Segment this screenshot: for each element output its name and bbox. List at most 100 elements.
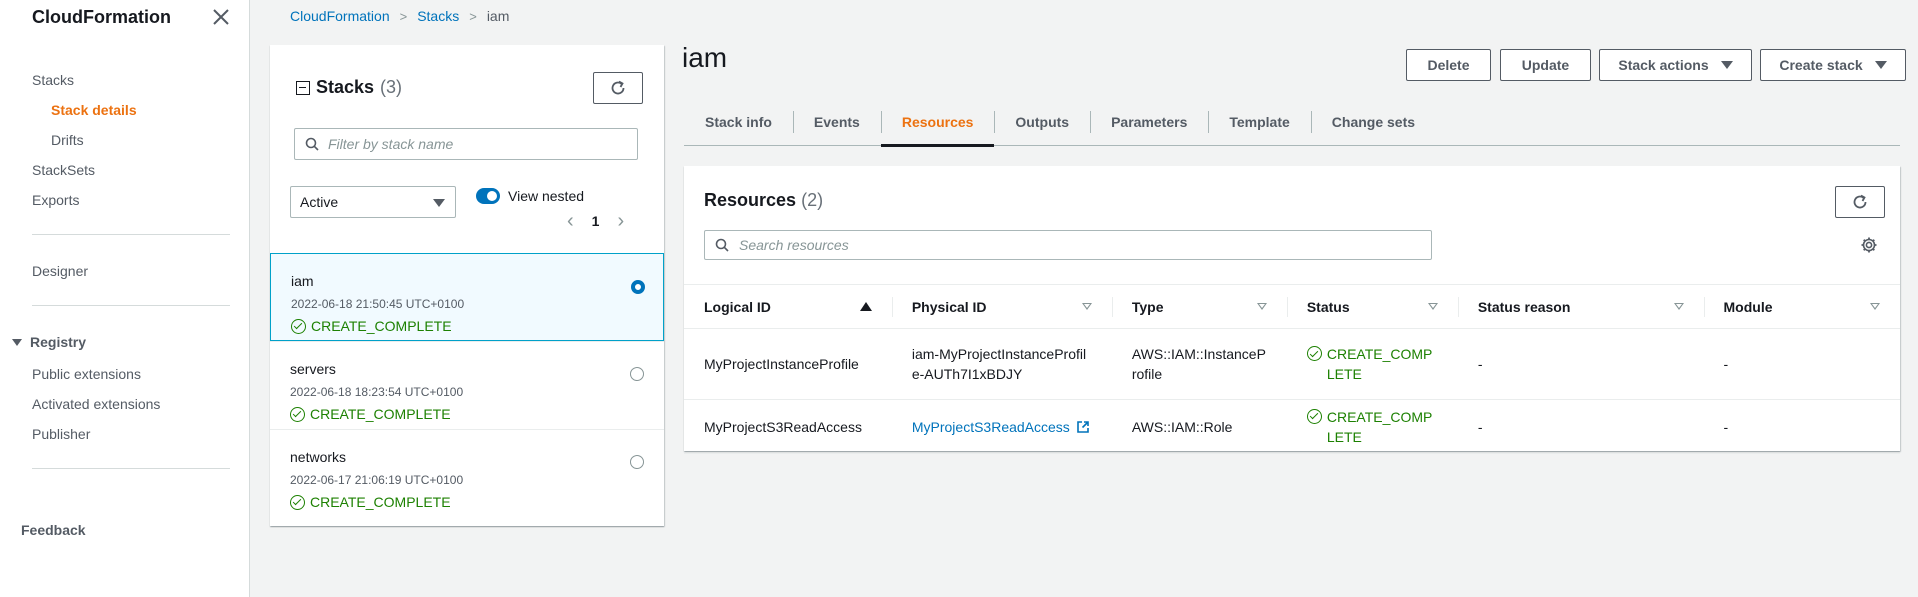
stacks-pagination: ‹ 1 ›: [567, 211, 624, 231]
cell-logical-id: MyProjectInstanceProfile: [684, 328, 892, 400]
column-header-logical-id[interactable]: Logical ID: [684, 284, 892, 329]
stacks-panel: Stacks (3) Filter by stack name Active V…: [270, 45, 664, 526]
cell-status-reason: -: [1457, 328, 1704, 400]
stack-actions-button[interactable]: Stack actions: [1599, 49, 1752, 81]
caret-down-icon: [1720, 61, 1733, 69]
column-header-status-reason[interactable]: Status reason: [1457, 284, 1704, 329]
resources-search-placeholder: Search resources: [739, 237, 849, 253]
delete-button[interactable]: Delete: [1406, 49, 1491, 81]
tab-parameters[interactable]: Parameters: [1090, 98, 1208, 146]
cell-physical-id: MyProjectS3ReadAccess: [891, 399, 1112, 454]
chevron-left-icon[interactable]: ‹: [567, 211, 574, 231]
stack-list-item[interactable]: iam 2022-06-18 21:50:45 UTC+0100 CREATE_…: [270, 253, 664, 341]
stack-status-text: CREATE_COMPLETE: [311, 318, 452, 334]
refresh-resources-button[interactable]: [1835, 186, 1885, 218]
nav-section-label: Registry: [30, 334, 87, 350]
stack-status: CREATE_COMPLETE: [290, 406, 451, 422]
tab-stack-info[interactable]: Stack info: [684, 98, 793, 146]
stack-list-item[interactable]: networks 2022-06-17 21:06:19 UTC+0100 CR…: [270, 429, 664, 517]
stack-list-item[interactable]: servers 2022-06-18 18:23:54 UTC+0100 CRE…: [270, 341, 664, 429]
nav-item-public-extensions[interactable]: Public extensions: [32, 366, 141, 382]
stack-status-select[interactable]: Active: [290, 186, 456, 218]
chevron-right-icon[interactable]: ›: [617, 211, 624, 231]
refresh-stacks-button[interactable]: [593, 72, 643, 104]
view-nested-label: View nested: [508, 188, 585, 204]
nav-item-activated-extensions[interactable]: Activated extensions: [32, 396, 160, 412]
status-text: CREATE_COMPLETE: [1326, 346, 1433, 382]
tab-events[interactable]: Events: [792, 98, 881, 146]
external-link-icon: [1076, 420, 1089, 433]
stack-date: 2022-06-17 21:06:19 UTC+0100: [290, 473, 464, 487]
stack-status: CREATE_COMPLETE: [290, 494, 451, 510]
chevron-right-icon: >: [399, 8, 408, 24]
view-nested-toggle[interactable]: [476, 188, 500, 204]
nav-item-exports[interactable]: Exports: [32, 192, 79, 208]
resources-panel: Resources (2) Search resources Logical I…: [684, 166, 1900, 454]
column-header-physical-id[interactable]: Physical ID: [891, 284, 1112, 329]
search-icon: [715, 238, 729, 252]
feedback-link[interactable]: Feedback: [21, 522, 86, 538]
cell-status: CREATE_COMPLETE: [1286, 399, 1458, 454]
page-title: iam: [682, 42, 728, 73]
check-circle-icon: [291, 318, 306, 334]
column-header-module[interactable]: Module: [1703, 284, 1900, 329]
caret-down-icon: [433, 199, 445, 207]
column-label: Module: [1723, 298, 1773, 315]
collapse-icon[interactable]: [296, 80, 310, 95]
nav-item-stacks[interactable]: Stacks: [32, 72, 74, 88]
cell-physical-id: iam-MyProjectInstanceProfile-AUTh7I1xBDJ…: [891, 328, 1112, 400]
column-header-status[interactable]: Status: [1286, 284, 1458, 329]
tab-resources[interactable]: Resources: [880, 98, 995, 147]
cell-type: AWS::IAM::Role: [1111, 399, 1287, 454]
service-title[interactable]: CloudFormation: [32, 7, 171, 28]
chevron-right-icon: >: [469, 8, 477, 24]
stacks-panel-header: Stacks (3): [296, 77, 402, 98]
check-circle-icon: [290, 406, 305, 422]
page-number[interactable]: 1: [592, 213, 600, 229]
sort-icon: [1256, 303, 1267, 310]
stack-radio[interactable]: [630, 455, 644, 469]
resources-table: Logical ID Physical ID Type Status Statu…: [684, 284, 1900, 454]
nav-item-stack-details[interactable]: Stack details: [51, 102, 137, 118]
nav-section-registry[interactable]: Registry: [12, 334, 86, 350]
create-stack-label: Create stack: [1779, 57, 1863, 73]
column-label: Logical ID: [704, 298, 771, 315]
nav-item-drifts[interactable]: Drifts: [51, 132, 84, 148]
column-label: Physical ID: [911, 298, 987, 315]
column-label: Status reason: [1477, 298, 1571, 315]
column-header-type[interactable]: Type: [1111, 284, 1287, 329]
stack-tabs: Stack info Events Resources Outputs Para…: [684, 98, 1900, 147]
create-stack-button[interactable]: Create stack: [1760, 49, 1906, 81]
gear-icon[interactable]: [1860, 236, 1878, 254]
nav-item-designer[interactable]: Designer: [32, 263, 88, 279]
physical-id-link[interactable]: MyProjectS3ReadAccess: [912, 417, 1090, 437]
search-icon: [305, 137, 319, 151]
stack-filter-input[interactable]: Filter by stack name: [294, 128, 638, 160]
update-button[interactable]: Update: [1500, 49, 1591, 81]
tab-template[interactable]: Template: [1208, 98, 1310, 146]
sort-icon: [1427, 303, 1438, 310]
check-circle-icon: [1306, 408, 1322, 424]
stacks-count: (3): [380, 77, 403, 97]
resources-search-input[interactable]: Search resources: [704, 230, 1432, 260]
stack-radio[interactable]: [631, 280, 645, 294]
stack-date: 2022-06-18 21:50:45 UTC+0100: [291, 297, 465, 311]
cell-status-reason: -: [1457, 399, 1704, 454]
nav-item-stacksets[interactable]: StackSets: [32, 162, 95, 178]
status-indicator: CREATE_COMPLETE: [1306, 344, 1438, 384]
breadcrumb-stacks[interactable]: Stacks: [417, 8, 459, 24]
status-indicator: CREATE_COMPLETE: [1306, 407, 1438, 447]
cell-logical-id: MyProjectS3ReadAccess: [684, 399, 892, 454]
nav-item-publisher[interactable]: Publisher: [32, 426, 90, 442]
close-icon[interactable]: [211, 7, 231, 27]
stack-radio[interactable]: [630, 367, 644, 381]
physical-id-link-text: MyProjectS3ReadAccess: [911, 418, 1070, 435]
tab-outputs[interactable]: Outputs: [994, 98, 1090, 146]
nav-divider: [32, 234, 230, 235]
stack-filter-placeholder: Filter by stack name: [328, 136, 454, 152]
stack-date: 2022-06-18 18:23:54 UTC+0100: [290, 385, 464, 399]
physical-id-text: iam-MyProjectInstanceProfile-AUTh7I1xBDJ…: [911, 346, 1087, 382]
tab-change-sets[interactable]: Change sets: [1310, 98, 1436, 146]
breadcrumb-cloudformation[interactable]: CloudFormation: [290, 8, 390, 24]
resources-count: (2): [801, 190, 824, 210]
